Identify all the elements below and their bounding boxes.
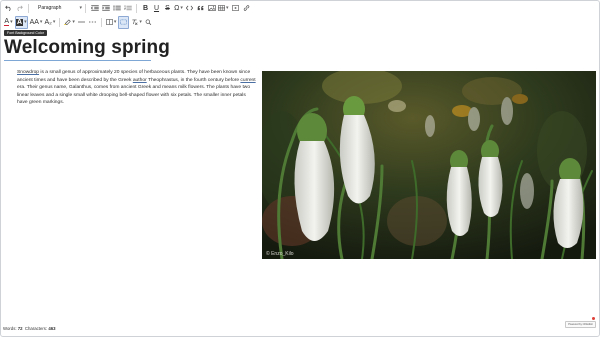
link-icon	[243, 5, 249, 11]
toolbar-row-1: Paragraph ▾ B U S Ω ▾ ▾	[0, 2, 600, 14]
title-underline	[4, 60, 151, 61]
search-icon	[145, 19, 152, 25]
chevron-down-icon: ▾	[52, 19, 56, 25]
block-quote-button[interactable]	[196, 3, 205, 14]
numbered-list-icon	[123, 5, 132, 11]
body-paragraph[interactable]: Snowdrop is a small genus of approximate…	[17, 69, 257, 107]
toolbar-separator	[59, 17, 61, 27]
undo-button[interactable]	[4, 3, 13, 14]
toolbar-separator	[136, 3, 137, 13]
bold-button[interactable]: B	[141, 3, 150, 14]
paragraph-format-value: Paragraph	[38, 5, 62, 11]
code-icon	[186, 5, 193, 11]
paragraph-format-dropdown[interactable]: Paragraph ▾	[38, 3, 82, 13]
font-background-color-button[interactable]: A ▾	[15, 15, 28, 29]
omega-icon: Ω	[174, 4, 180, 12]
toolbar-tooltip: Font Background Color	[4, 30, 47, 36]
chevron-down-icon: ▾	[24, 19, 27, 25]
align-icon	[105, 19, 113, 25]
chevron-down-icon: ▾	[72, 19, 75, 25]
snowdrop-photo[interactable]: © Enzo_Kilo	[262, 71, 596, 259]
brand-badge-icon	[592, 317, 595, 320]
horizontal-line-icon	[77, 21, 85, 23]
image-watermark: © Enzo_Kilo	[266, 250, 294, 257]
alignment-button[interactable]: ▾	[105, 17, 117, 28]
paragraph-run: era. Their genus name, Galanthus, comes …	[17, 85, 251, 106]
table-icon	[218, 5, 225, 11]
highlighter-icon	[64, 19, 72, 25]
redo-button[interactable]	[15, 3, 24, 14]
indent-button[interactable]	[101, 3, 110, 14]
characters-value: 463	[48, 326, 56, 331]
page-break-icon	[88, 21, 96, 23]
words-value: 72	[17, 326, 23, 331]
paragraph-run: Snowdrop	[17, 70, 40, 75]
bulleted-list-button[interactable]	[112, 3, 121, 14]
link-button[interactable]	[242, 3, 251, 14]
words-label: Words:	[3, 326, 17, 331]
chevron-down-icon: ▾	[226, 5, 229, 11]
horizontal-line-button[interactable]	[77, 17, 86, 28]
chevron-down-icon: ▾	[139, 19, 142, 25]
font-family-icon: A₂	[44, 18, 52, 26]
font-family-button[interactable]: A₂ ▾	[44, 17, 55, 28]
font-background-color-icon: A	[16, 18, 24, 26]
media-embed-button[interactable]	[231, 3, 240, 14]
characters-label: Characters:	[24, 326, 48, 331]
media-icon	[231, 5, 239, 11]
code-block-button[interactable]	[185, 3, 194, 14]
powered-by-badge[interactable]: Powered by CKEditor	[565, 321, 596, 328]
word-count-status: Words: 72 Characters: 463	[3, 326, 56, 331]
underline-button[interactable]: U	[152, 3, 161, 14]
chevron-down-icon: ▾	[10, 19, 13, 25]
chevron-down-icon: ▾	[39, 19, 43, 25]
image-icon	[207, 5, 216, 11]
bulleted-list-icon	[112, 5, 121, 11]
document-title[interactable]: Welcoming spring	[4, 37, 170, 59]
toolbar-separator	[100, 17, 102, 27]
quote-icon	[197, 5, 204, 11]
chevron-down-icon: ▾	[113, 19, 117, 25]
table-button[interactable]: ▾	[218, 3, 229, 14]
paragraph-run: current	[240, 77, 256, 83]
font-color-button[interactable]: A ▾	[4, 17, 13, 28]
indent-icon	[101, 5, 110, 11]
toolbar-separator	[85, 3, 86, 13]
chevron-down-icon: ▾	[180, 5, 183, 11]
snowdrop-flower	[478, 140, 503, 217]
strikethrough-button[interactable]: S	[163, 3, 172, 14]
find-replace-button[interactable]	[144, 17, 153, 28]
outdent-button[interactable]	[90, 3, 99, 14]
toolbar-row-2: A ▾ A ▾ AA ▾ A₂ ▾ ▾ ▾ ▾	[0, 15, 600, 29]
paragraph-run: Theophrastus, in the fourth century befo…	[146, 77, 241, 83]
special-characters-button[interactable]: Ω ▾	[174, 3, 183, 14]
font-size-button[interactable]: AA ▾	[30, 17, 43, 28]
font-size-icon: AA	[29, 18, 39, 26]
paragraph-run: author	[132, 77, 147, 83]
remove-format-button[interactable]: ▾	[131, 17, 142, 28]
chevron-down-icon: ▾	[79, 5, 82, 11]
select-all-icon	[120, 19, 127, 25]
select-all-button[interactable]	[118, 15, 130, 29]
image-button[interactable]	[207, 3, 216, 14]
numbered-list-button[interactable]	[123, 3, 132, 14]
highlight-button[interactable]: ▾	[64, 17, 75, 28]
page-break-button[interactable]	[88, 17, 97, 28]
redo-icon	[17, 5, 23, 11]
remove-format-icon	[132, 19, 138, 25]
toolbar-separator	[28, 3, 29, 13]
outdent-icon	[90, 5, 99, 11]
font-color-icon: A	[4, 18, 10, 26]
undo-icon	[5, 5, 11, 11]
